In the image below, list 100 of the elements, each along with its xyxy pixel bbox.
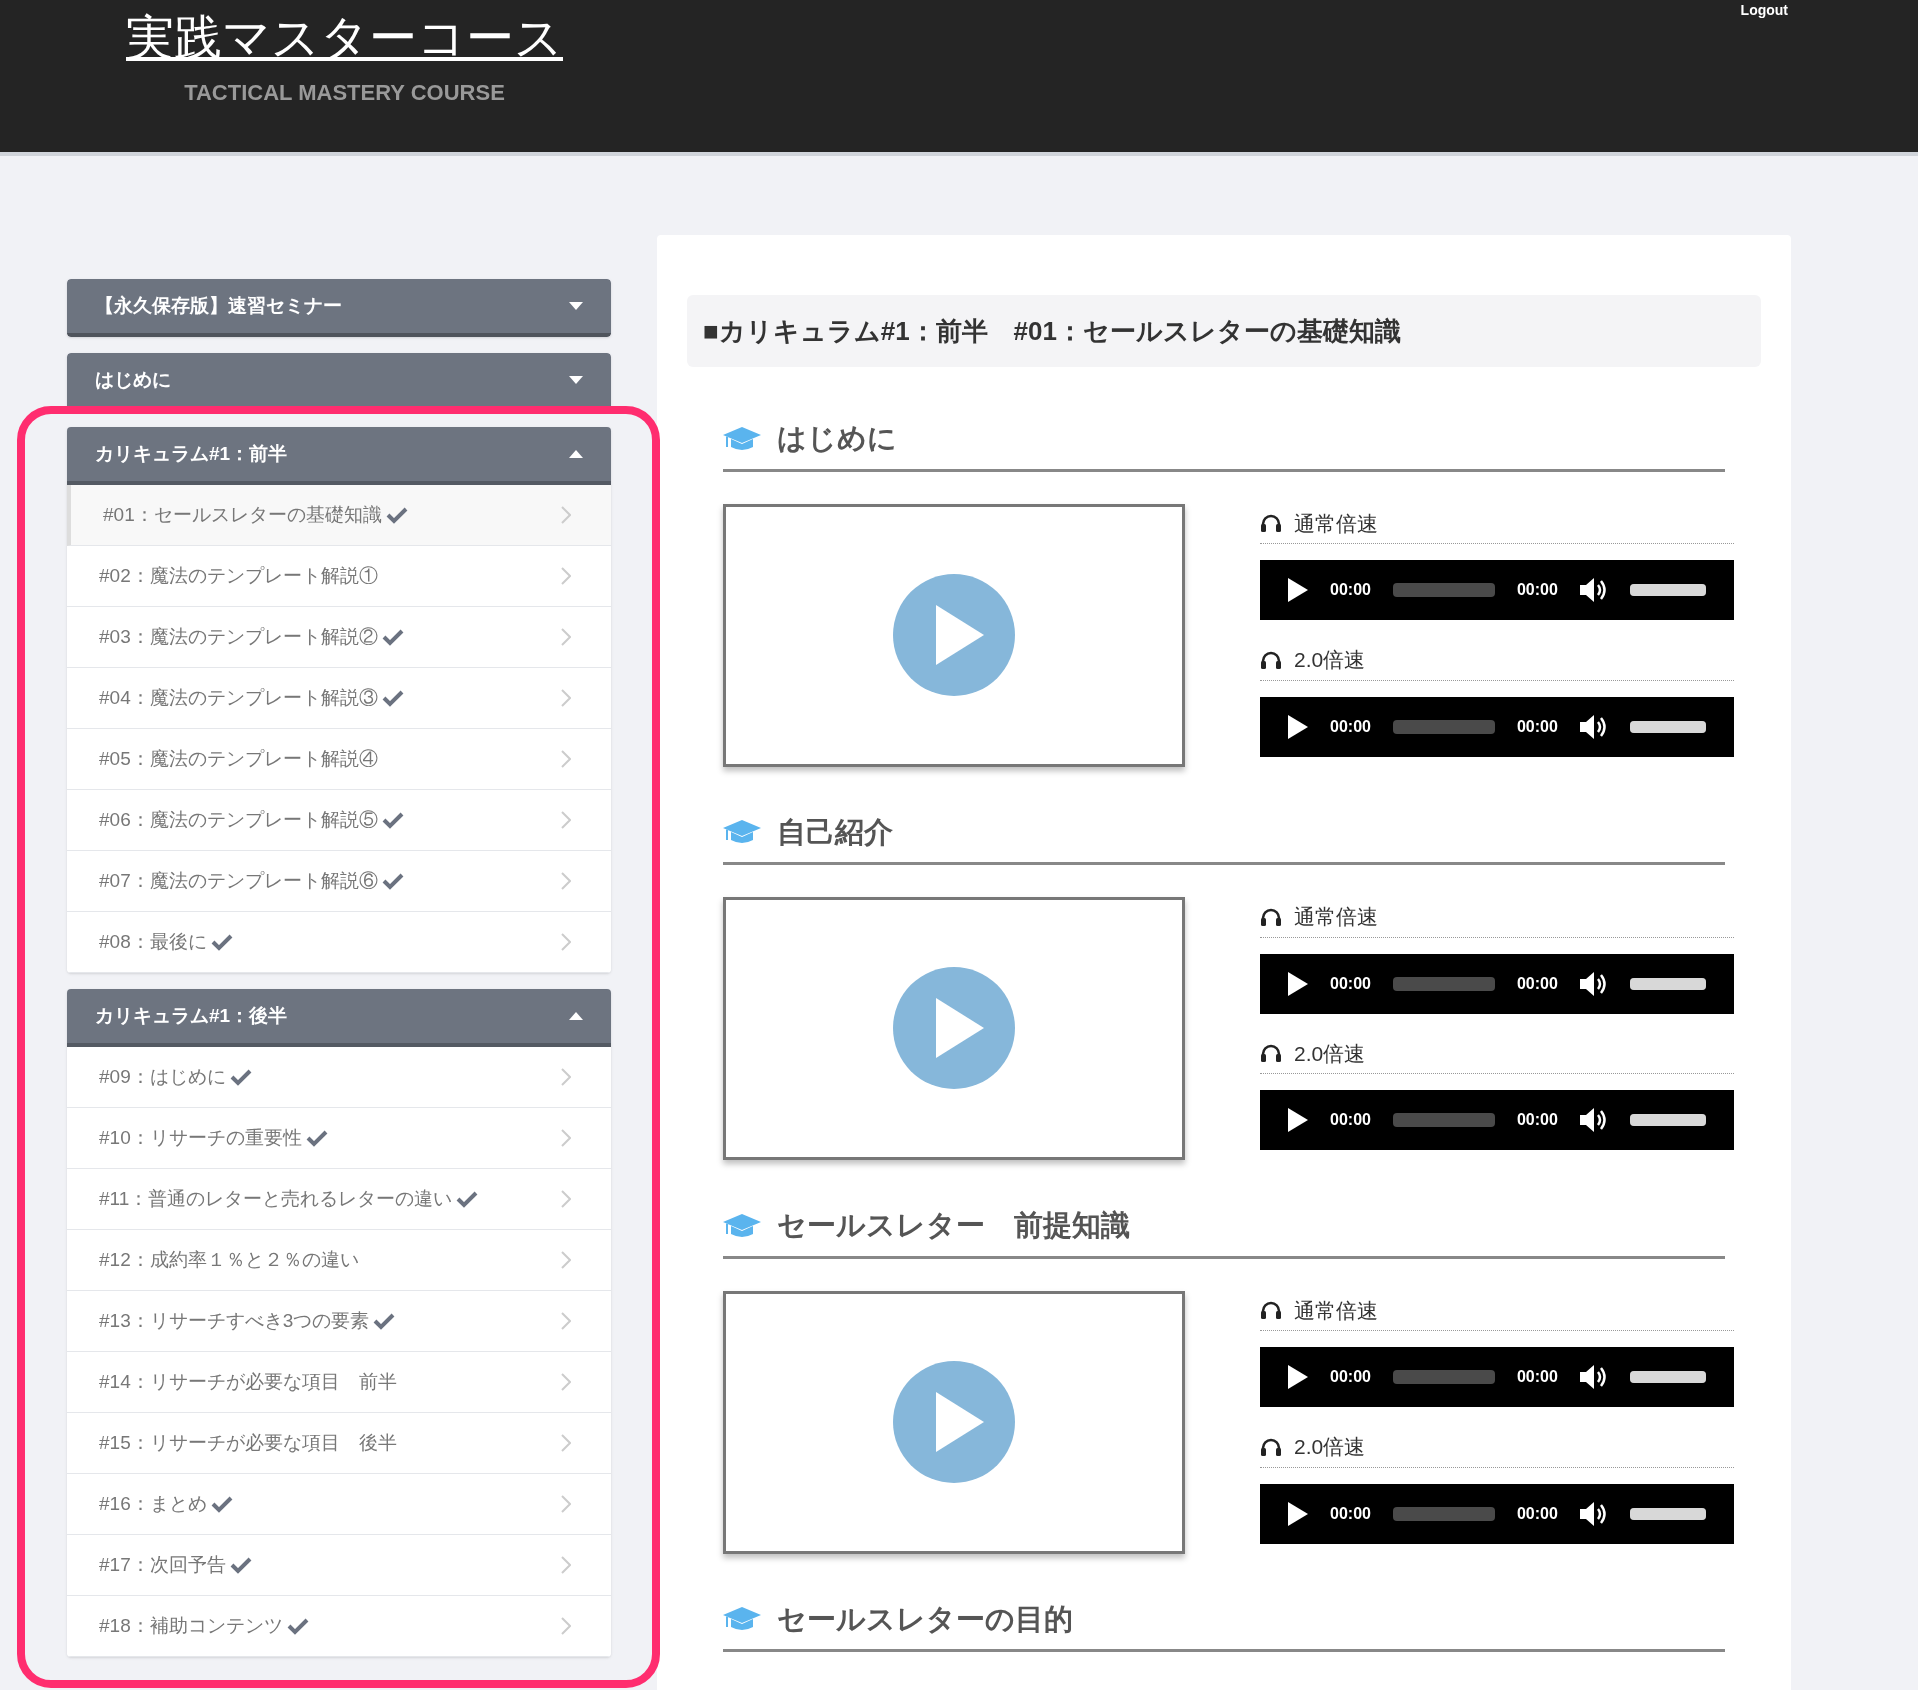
site-subtitle: TACTICAL MASTERY COURSE xyxy=(184,79,505,107)
lesson-item[interactable]: #03：魔法のテンプレート解説② xyxy=(67,607,611,668)
chevron-right-icon xyxy=(561,506,571,524)
chevron-right-icon xyxy=(561,1068,571,1086)
lesson-item[interactable]: #18：補助コンテンツ xyxy=(67,1596,611,1657)
duration-time: 00:00 xyxy=(1516,580,1558,600)
audio-player[interactable]: 00:00 00:00 xyxy=(1260,1090,1734,1150)
lesson-item[interactable]: #04：魔法のテンプレート解説③ xyxy=(67,668,611,729)
lesson-item[interactable]: #14：リサーチが必要な項目 前半 xyxy=(67,1352,611,1413)
play-icon[interactable] xyxy=(1288,971,1308,996)
lesson-item[interactable]: #10：リサーチの重要性 xyxy=(67,1108,611,1169)
volume-icon[interactable] xyxy=(1579,1364,1608,1390)
current-time: 00:00 xyxy=(1330,716,1371,737)
volume-slider[interactable] xyxy=(1629,584,1706,596)
play-icon[interactable] xyxy=(1288,714,1308,739)
current-time: 00:00 xyxy=(1330,1367,1371,1387)
check-icon xyxy=(210,1495,233,1513)
lesson-item[interactable]: #05：魔法のテンプレート解説④ xyxy=(67,729,611,790)
accordion-header[interactable]: 【永久保存版】速習セミナー xyxy=(67,279,611,337)
lesson-item[interactable]: #17：次回予告 xyxy=(67,1535,611,1596)
speed-label: 通常倍速 xyxy=(1294,510,1378,537)
caret-down-icon xyxy=(569,376,583,384)
current-time: 00:00 xyxy=(1330,1503,1371,1524)
graduation-cap-icon xyxy=(723,1607,761,1632)
check-icon xyxy=(229,1556,252,1574)
headphones-icon xyxy=(1260,906,1282,927)
volume-icon[interactable] xyxy=(1579,713,1608,740)
duration-time: 00:00 xyxy=(1516,1110,1558,1130)
headphones-icon xyxy=(1260,1436,1282,1457)
volume-slider[interactable] xyxy=(1629,1114,1706,1126)
headphones-icon xyxy=(1260,513,1282,534)
volume-icon[interactable] xyxy=(1579,970,1608,997)
volume-icon[interactable] xyxy=(1579,577,1608,603)
volume-icon[interactable] xyxy=(1579,1500,1608,1527)
caret-down-icon xyxy=(569,302,583,310)
play-icon[interactable] xyxy=(1288,578,1308,602)
volume-slider[interactable] xyxy=(1629,720,1706,733)
caret-up-icon xyxy=(569,1012,583,1020)
logout-link[interactable]: Logout xyxy=(1740,0,1788,21)
check-icon xyxy=(286,1617,309,1635)
audio-player[interactable]: 00:00 00:00 xyxy=(1260,696,1734,757)
volume-icon[interactable] xyxy=(1579,1107,1608,1133)
lesson-item[interactable]: #01：セールスレターの基礎知識 xyxy=(67,485,611,546)
chevron-right-icon xyxy=(561,628,571,646)
chevron-right-icon xyxy=(561,1373,571,1391)
section-title: 自己紹介 xyxy=(777,814,893,850)
accordion-header[interactable]: カリキュラム#1：後半 xyxy=(67,989,611,1047)
lesson-item[interactable]: #02：魔法のテンプレート解説① xyxy=(67,546,611,607)
current-time: 00:00 xyxy=(1330,580,1371,600)
duration-time: 00:00 xyxy=(1516,1503,1558,1524)
duration-time: 00:00 xyxy=(1516,716,1558,737)
headphones-icon xyxy=(1260,649,1282,670)
accordion-header[interactable]: カリキュラム#1：前半 xyxy=(67,427,611,485)
lesson-item[interactable]: #06：魔法のテンプレート解説⑤ xyxy=(67,790,611,851)
audio-player[interactable]: 00:00 00:00 xyxy=(1260,953,1734,1014)
chevron-right-icon xyxy=(561,1556,571,1574)
lesson-item[interactable]: #08：最後に xyxy=(67,912,611,973)
audio-player[interactable]: 00:00 00:00 xyxy=(1260,560,1734,620)
volume-slider[interactable] xyxy=(1629,1507,1706,1520)
volume-slider[interactable] xyxy=(1629,977,1706,990)
speed-label: 通常倍速 xyxy=(1294,904,1378,930)
lesson-item[interactable]: #16：まとめ xyxy=(67,1474,611,1535)
headphones-icon xyxy=(1260,1043,1282,1064)
check-icon xyxy=(305,1129,328,1147)
chevron-right-icon xyxy=(561,1312,571,1330)
chevron-right-icon xyxy=(561,1434,571,1452)
site-title[interactable]: 実践マスターコース xyxy=(126,8,563,68)
graduation-cap-icon xyxy=(723,426,761,451)
chevron-right-icon xyxy=(561,1617,571,1635)
chevron-right-icon xyxy=(561,750,571,768)
check-icon xyxy=(229,1068,252,1086)
caret-up-icon xyxy=(569,450,583,458)
section-title: セールスレターの目的 xyxy=(777,1601,1073,1637)
lesson-item[interactable]: #12：成約率１％と２％の違い xyxy=(67,1230,611,1291)
chevron-right-icon xyxy=(561,567,571,585)
lesson-item[interactable]: #09：はじめに xyxy=(67,1047,611,1108)
speed-label: 通常倍速 xyxy=(1294,1297,1378,1324)
play-icon[interactable] xyxy=(1288,1108,1308,1132)
lesson-item[interactable]: #11：普通のレターと売れるレターの違い xyxy=(67,1169,611,1230)
duration-time: 00:00 xyxy=(1516,973,1558,994)
volume-slider[interactable] xyxy=(1629,1371,1706,1383)
audio-player[interactable]: 00:00 00:00 xyxy=(1260,1483,1734,1544)
check-icon xyxy=(373,1312,396,1330)
chevron-right-icon xyxy=(561,933,571,951)
lesson-item[interactable]: #13：リサーチすべき3つの要素 xyxy=(67,1291,611,1352)
lesson-item[interactable]: #07：魔法のテンプレート解説⑥ xyxy=(67,851,611,912)
check-icon xyxy=(381,872,404,890)
speed-label: 2.0倍速 xyxy=(1294,647,1366,673)
chevron-right-icon xyxy=(561,872,571,890)
graduation-cap-icon xyxy=(723,1213,761,1238)
duration-time: 00:00 xyxy=(1516,1367,1558,1387)
chevron-right-icon xyxy=(561,811,571,829)
check-icon xyxy=(381,628,404,646)
check-icon xyxy=(381,689,404,707)
lesson-item[interactable]: #15：リサーチが必要な項目 後半 xyxy=(67,1413,611,1474)
play-icon[interactable] xyxy=(1288,1365,1308,1389)
play-icon[interactable] xyxy=(1288,1501,1308,1526)
chevron-right-icon xyxy=(561,1251,571,1269)
audio-player[interactable]: 00:00 00:00 xyxy=(1260,1347,1734,1407)
speed-label: 2.0倍速 xyxy=(1294,1040,1366,1067)
